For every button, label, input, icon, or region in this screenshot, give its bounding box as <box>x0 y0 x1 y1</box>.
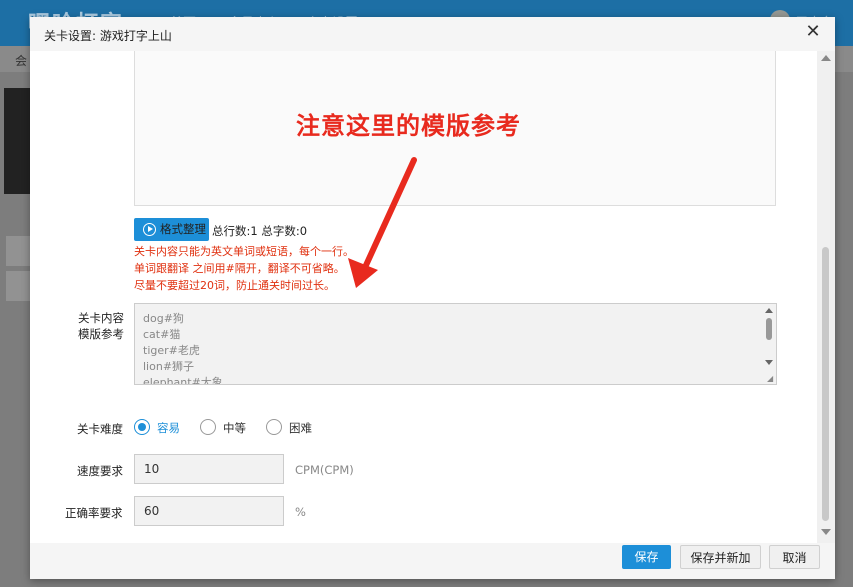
annotation-arrow-icon <box>348 157 417 288</box>
